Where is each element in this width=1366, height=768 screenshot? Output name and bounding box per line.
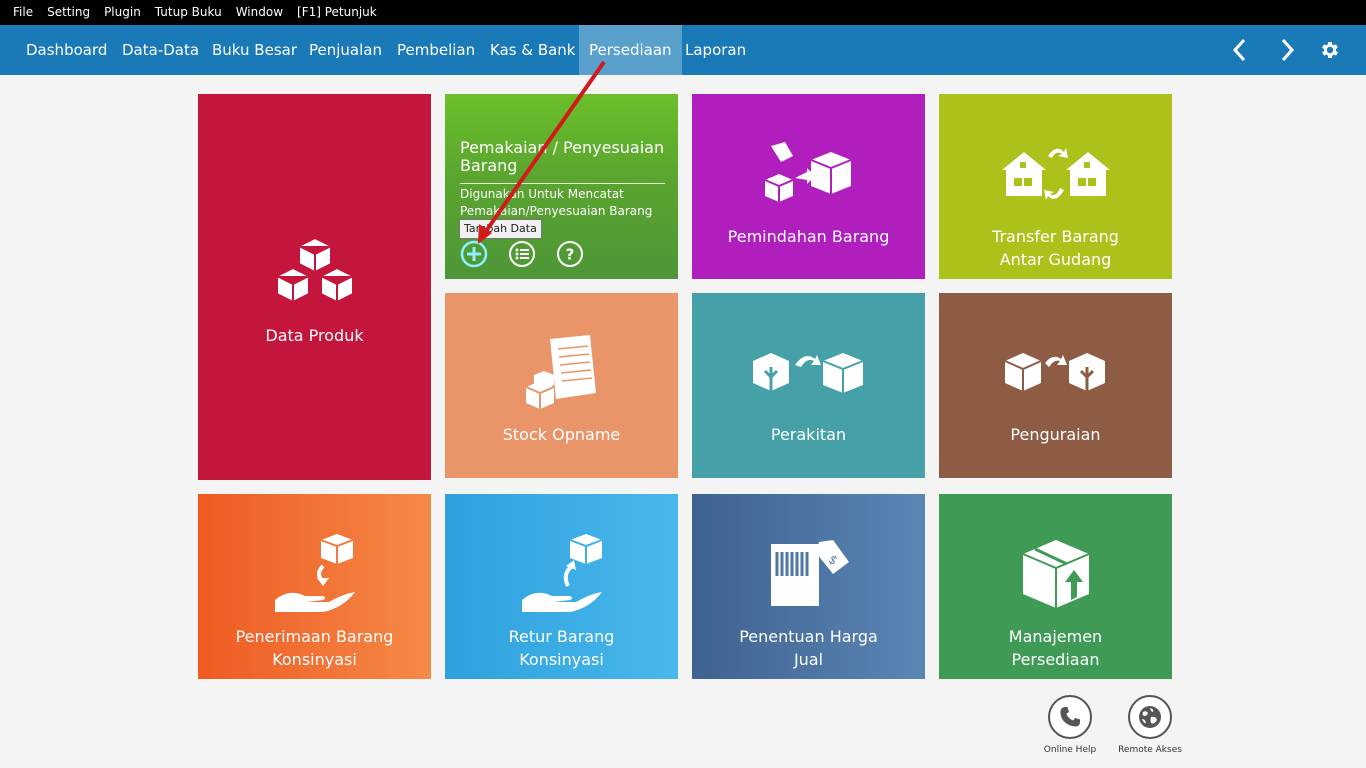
label-line-1: Penerimaan Barang [235,627,394,646]
tile-transfer-barang[interactable]: Transfer Barang Antar Gudang [939,94,1172,279]
menu-setting[interactable]: Setting [40,0,97,25]
menu-petunjuk[interactable]: [F1] Petunjuk [290,0,384,25]
tile-penentuan-harga-jual[interactable]: $ Penentuan Harga Jual [692,494,925,679]
list-circle-icon[interactable] [508,240,536,268]
tile-label: Manajemen Persediaan [939,625,1172,671]
help-circle-icon[interactable]: ? [556,240,584,268]
label-line-1: Transfer Barang [992,227,1119,246]
warehouse-transfer-icon [939,144,1172,206]
tile-label: Penguraian [1010,425,1101,444]
label-line-2: Jual [793,650,824,669]
price-tag-icon: $ [692,540,925,610]
tile-perakitan[interactable]: Perakitan [692,293,925,478]
label-line-1: Manajemen [1008,627,1103,646]
nav-kas-bank[interactable]: Kas & Bank [490,25,576,75]
nav-dashboard[interactable]: Dashboard [26,25,107,75]
online-help-button[interactable]: Online Help [1038,695,1102,756]
menu-window[interactable]: Window [229,0,290,25]
label-line-2: Konsinyasi [519,650,604,669]
hand-return-box-icon [445,534,678,614]
remote-akses-label: Remote Akses [1118,745,1182,755]
box-up-arrow-icon [939,536,1172,612]
label-line-2: Konsinyasi [272,650,357,669]
label-line-2: Antar Gudang [999,250,1112,269]
assemble-boxes-icon [692,349,925,397]
menu-plugin[interactable]: Plugin [97,0,148,25]
tile-data-produk[interactable]: Data Produk [198,94,431,480]
tile-retur-konsinyasi[interactable]: Retur Barang Konsinyasi [445,494,678,679]
disassemble-boxes-icon [939,349,1172,397]
chevron-left-icon[interactable] [1225,35,1255,65]
tile-label: Penentuan Harga Jual [692,625,925,671]
tile-stock-opname[interactable]: Stock Opname [445,293,678,478]
clipboard-boxes-icon [445,335,678,413]
tile-description: Digunakan Untuk Mencatat Pemakaian/Penye… [460,187,653,218]
gear-icon[interactable] [1315,35,1345,65]
globe-icon [1128,695,1172,739]
tile-label: Data Produk [265,326,364,345]
tile-label: Transfer Barang Antar Gudang [939,225,1172,271]
nav-persediaan[interactable]: Persediaan [579,25,682,75]
tile-penerimaan-konsinyasi[interactable]: Penerimaan Barang Konsinyasi [198,494,431,679]
hand-truck-boxes-icon [692,142,925,208]
svg-text:?: ? [566,246,575,264]
main-nav: Dashboard Data-Data Buku Besar Penjualan… [0,25,1366,75]
nav-buku-besar[interactable]: Buku Besar [212,25,297,75]
label-line-2: Persediaan [1011,650,1100,669]
label-line-1: Retur Barang [508,627,615,646]
tile-pemindahan-barang[interactable]: Pemindahan Barang [692,94,925,279]
nav-pembelian[interactable]: Pembelian [397,25,475,75]
tile-label: Stock Opname [502,425,621,444]
tile-label: Perakitan [770,425,847,444]
hand-receive-box-icon [198,534,431,614]
tile-label: Penerimaan Barang Konsinyasi [198,625,431,671]
tile-title: Pemakaian / Penyesuaian Barang [460,139,665,184]
tooltip-tambah-data: Tambah Data [459,219,542,239]
nav-data-data[interactable]: Data-Data [122,25,199,75]
tile-manajemen-persediaan[interactable]: Manajemen Persediaan [939,494,1172,679]
phone-icon [1048,695,1092,739]
menu-file[interactable]: File [6,0,40,25]
menu-tutup-buku[interactable]: Tutup Buku [148,0,229,25]
tile-penguraian[interactable]: Penguraian [939,293,1172,478]
tile-label: Retur Barang Konsinyasi [445,625,678,671]
nav-laporan[interactable]: Laporan [685,25,746,75]
boxes-icon [198,234,431,310]
menu-bar: File Setting Plugin Tutup Buku Window [F… [0,0,1366,25]
remote-akses-button[interactable]: Remote Akses [1118,695,1182,756]
tile-label: Pemindahan Barang [727,227,890,246]
tile-pemakaian-penyesuaian[interactable]: Pemakaian / Penyesuaian Barang Digunakan… [445,94,678,279]
plus-circle-icon[interactable] [460,240,488,268]
label-line-1: Penentuan Harga [739,627,878,646]
online-help-label: Online Help [1043,745,1097,755]
chevron-right-icon[interactable] [1272,35,1302,65]
nav-penjualan[interactable]: Penjualan [309,25,382,75]
